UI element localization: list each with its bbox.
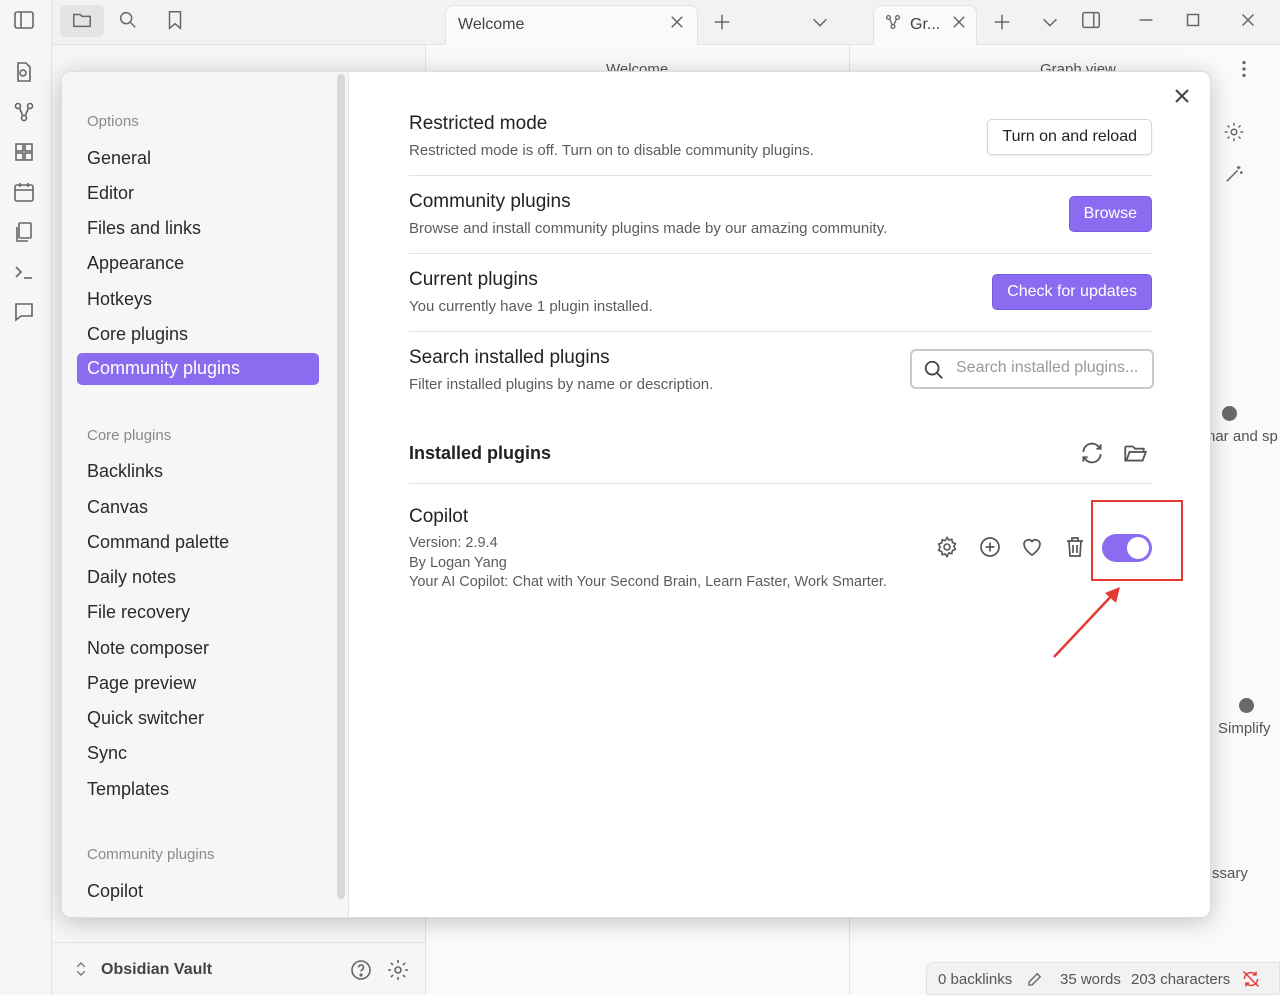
plugin-settings-gear-icon[interactable] [935,535,959,559]
settings-sidebar: Options General Editor Files and links A… [62,72,349,917]
sidebar-item-canvas[interactable]: Canvas [77,492,319,524]
sidebar-item-copilot[interactable]: Copilot [77,876,319,908]
search-installed-plugins-input[interactable] [956,359,1146,377]
support-heart-icon[interactable] [1020,535,1044,559]
settings-modal: Options General Editor Files and links A… [61,71,1211,918]
sidebar-item-community-plugins[interactable]: Community plugins [77,353,319,385]
setting-description: Restricted mode is off. Turn on to disab… [409,142,814,159]
setting-community-plugins: Community plugins Browse and install com… [409,176,1152,254]
sidebar-item-daily-notes[interactable]: Daily notes [77,562,319,594]
setting-current-plugins: Current plugins You currently have 1 plu… [409,254,1152,332]
sidebar-item-quick-switcher[interactable]: Quick switcher [77,703,319,735]
setting-description: Browse and install community plugins mad… [409,220,888,237]
check-for-updates-button[interactable]: Check for updates [992,274,1152,310]
setting-name: Restricted mode [409,113,548,134]
sidebar-item-page-preview[interactable]: Page preview [77,668,319,700]
setting-restricted-mode: Restricted mode Restricted mode is off. … [409,110,1152,176]
sidebar-item-sync[interactable]: Sync [77,738,319,770]
setting-description: Filter installed plugins by name or desc… [409,376,714,393]
sidebar-item-file-recovery[interactable]: File recovery [77,597,319,629]
setting-search-installed: Search installed plugins Filter installe… [409,332,1154,410]
highlight-box [1091,500,1183,581]
assign-hotkey-plus-icon[interactable] [978,535,1002,559]
plugin-author: By Logan Yang [409,555,507,571]
sidebar-item-files-and-links[interactable]: Files and links [77,213,319,245]
sidebar-item-general[interactable]: General [77,143,319,175]
sidebar-item-appearance[interactable]: Appearance [77,248,319,280]
sidebar-item-templates[interactable]: Templates [77,774,319,806]
plugin-name: Copilot [409,506,469,527]
sidebar-heading-core-plugins: Core plugins [87,427,172,444]
search-installed-plugins-field[interactable] [910,349,1154,389]
setting-name: Community plugins [409,191,571,212]
search-icon [924,360,943,379]
open-plugins-folder-icon[interactable] [1122,440,1148,466]
annotation-arrow-icon [1053,587,1120,658]
installed-plugins-heading: Installed plugins [409,443,552,463]
sidebar-item-note-composer[interactable]: Note composer [77,633,319,665]
browse-button[interactable]: Browse [1068,196,1152,232]
setting-description: You currently have 1 plugin installed. [409,298,653,315]
plugin-description: Your AI Copilot: Chat with Your Second B… [409,574,887,590]
sidebar-item-editor[interactable]: Editor [77,178,319,210]
turn-on-and-reload-button[interactable]: Turn on and reload [987,119,1152,155]
close-modal-icon[interactable] [1170,84,1194,108]
setting-name: Current plugins [409,269,538,290]
reload-plugins-icon[interactable] [1079,440,1105,466]
installed-plugins-header: Installed plugins [409,420,1152,484]
plugin-version: Version: 2.9.4 [409,535,498,551]
uninstall-trash-icon[interactable] [1063,535,1087,559]
sidebar-item-command-palette[interactable]: Command palette [77,527,319,559]
sidebar-item-hotkeys[interactable]: Hotkeys [77,284,319,316]
sidebar-item-core-plugins[interactable]: Core plugins [77,319,319,351]
sidebar-heading-options: Options [87,113,139,130]
sidebar-scrollbar[interactable] [337,74,345,899]
sidebar-item-backlinks[interactable]: Backlinks [77,456,319,488]
setting-name: Search installed plugins [409,347,610,368]
sidebar-heading-community-plugins: Community plugins [87,846,215,863]
